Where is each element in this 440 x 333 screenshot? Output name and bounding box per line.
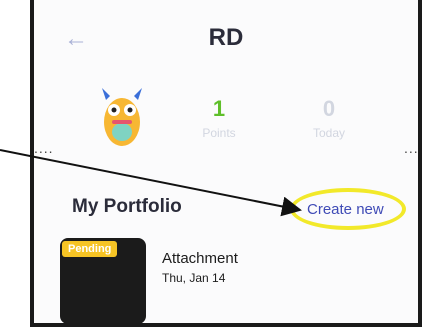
annotation-arrow bbox=[0, 149, 302, 217]
